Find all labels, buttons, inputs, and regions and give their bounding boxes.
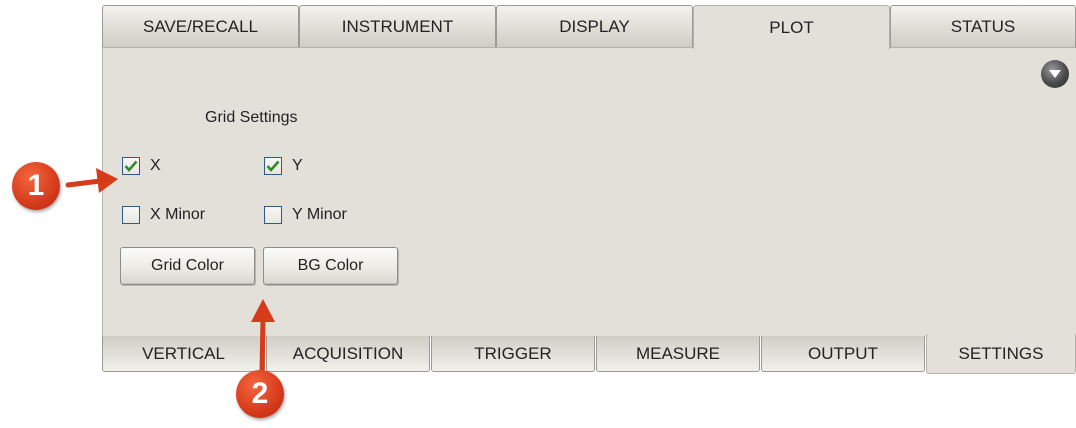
callout-2-badge: 2 <box>236 370 284 418</box>
tab-status[interactable]: STATUS <box>890 5 1076 47</box>
tab-vertical[interactable]: VERTICAL <box>102 336 265 372</box>
top-tab-bar: SAVE/RECALL INSTRUMENT DISPLAY PLOT STAT… <box>102 5 1076 49</box>
x-grid-checkbox[interactable] <box>122 157 140 175</box>
y-minor-checkbox[interactable] <box>264 206 282 224</box>
bg-color-button-label: BG Color <box>297 257 364 274</box>
callout-1-number: 1 <box>27 169 45 202</box>
checkmark-icon <box>266 160 280 172</box>
tab-acquisition-label: ACQUISITION <box>292 343 404 363</box>
tab-display-label: DISPLAY <box>559 16 630 36</box>
grid-settings-title: Grid Settings <box>205 109 298 126</box>
bottom-tab-bar: VERTICAL ACQUISITION TRIGGER MEASURE OUT… <box>102 334 1076 374</box>
down-triangle-icon <box>1049 70 1061 78</box>
tab-measure-label: MEASURE <box>635 343 721 363</box>
tab-trigger-label: TRIGGER <box>474 343 552 363</box>
tab-output[interactable]: OUTPUT <box>761 336 925 372</box>
tab-measure[interactable]: MEASURE <box>596 336 760 372</box>
tab-vertical-label: VERTICAL <box>142 343 225 363</box>
tab-save-recall-label: SAVE/RECALL <box>143 16 258 36</box>
plot-settings-screen: SAVE/RECALL INSTRUMENT DISPLAY PLOT STAT… <box>0 0 1076 428</box>
y-minor-label: Y Minor <box>292 206 347 223</box>
tab-settings[interactable]: SETTINGS <box>926 334 1076 374</box>
tab-display[interactable]: DISPLAY <box>496 5 693 47</box>
x-minor-checkbox-row[interactable]: X Minor <box>122 206 205 224</box>
x-grid-label: X <box>150 157 161 174</box>
x-grid-checkbox-row[interactable]: X <box>122 157 161 175</box>
bg-color-button[interactable]: BG Color <box>263 247 398 285</box>
callout-2-number: 2 <box>251 377 269 410</box>
tab-instrument-label: INSTRUMENT <box>341 16 454 36</box>
tab-settings-label: SETTINGS <box>958 343 1044 363</box>
tab-plot-label: PLOT <box>769 17 814 37</box>
tab-output-label: OUTPUT <box>808 343 878 363</box>
y-grid-checkbox[interactable] <box>264 157 282 175</box>
y-grid-checkbox-row[interactable]: Y <box>264 157 303 175</box>
callout-1-arrow-line <box>65 178 103 188</box>
grid-color-button[interactable]: Grid Color <box>120 247 255 285</box>
tab-status-label: STATUS <box>950 16 1016 36</box>
tab-save-recall[interactable]: SAVE/RECALL <box>102 5 299 47</box>
tab-trigger[interactable]: TRIGGER <box>431 336 595 372</box>
tab-plot[interactable]: PLOT <box>693 5 890 49</box>
y-grid-label: Y <box>292 157 303 174</box>
plot-settings-panel: Grid Settings X Y X Minor Y Minor Grid C… <box>102 47 1076 337</box>
tab-instrument[interactable]: INSTRUMENT <box>299 5 496 47</box>
callout-1-badge: 1 <box>12 162 60 210</box>
x-minor-label: X Minor <box>150 206 206 223</box>
scroll-down-button[interactable] <box>1041 60 1069 88</box>
grid-color-button-label: Grid Color <box>151 257 224 274</box>
y-minor-checkbox-row[interactable]: Y Minor <box>264 206 347 224</box>
tab-acquisition[interactable]: ACQUISITION <box>266 336 430 372</box>
x-minor-checkbox[interactable] <box>122 206 140 224</box>
checkmark-icon <box>124 160 138 172</box>
